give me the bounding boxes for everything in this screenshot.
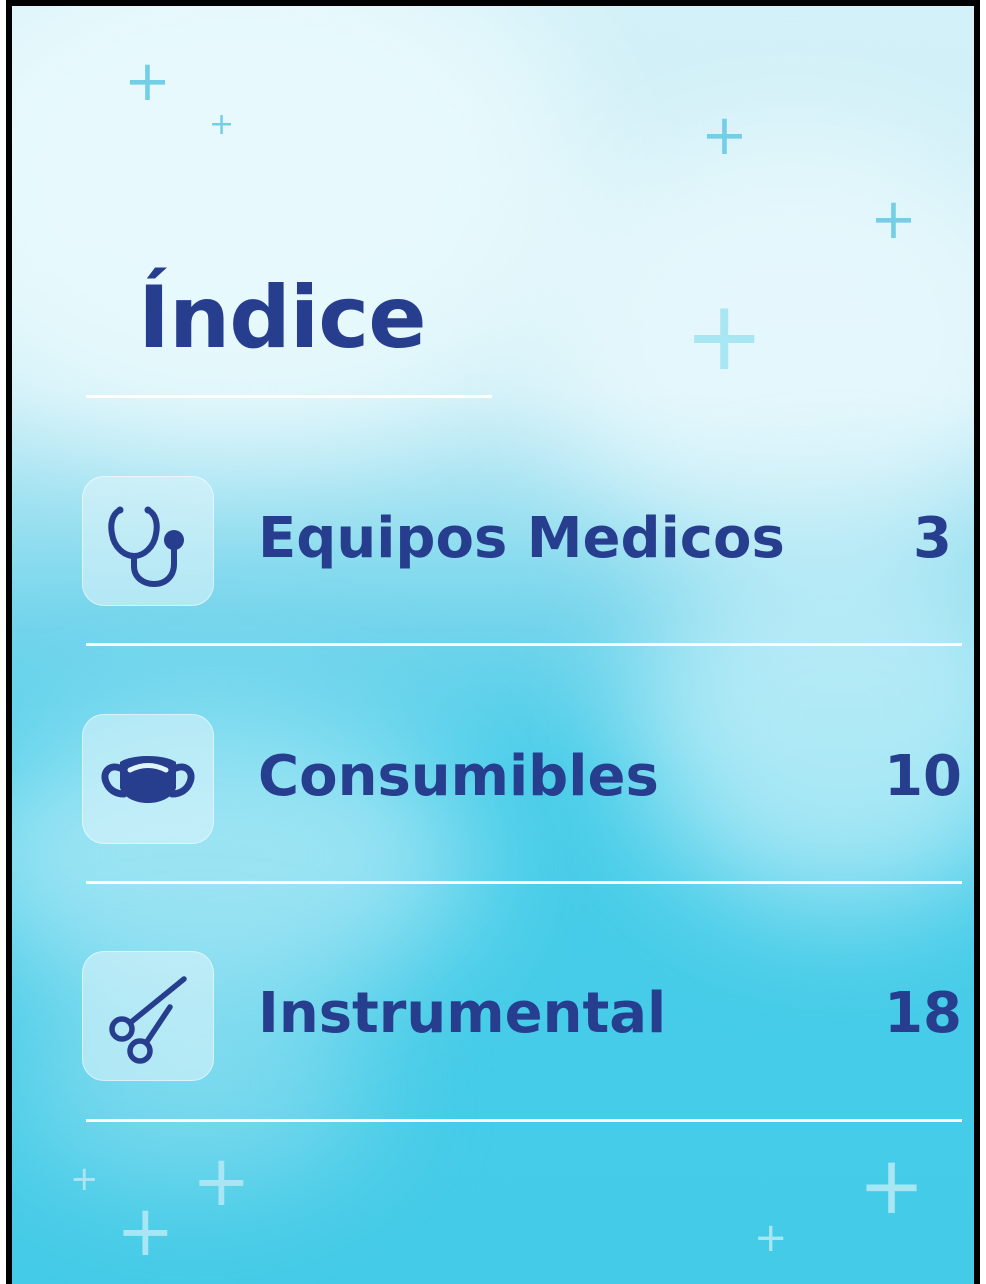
face-mask-icon bbox=[101, 756, 195, 803]
plus-icon: + bbox=[192, 1140, 251, 1222]
index-page: + + + + + + + + + + Índice Equipos Medic… bbox=[6, 0, 980, 1284]
icon-tile bbox=[82, 476, 214, 606]
entry-page-number: 3 bbox=[913, 506, 952, 571]
plus-icon: + bbox=[116, 1190, 175, 1272]
entry-divider bbox=[86, 881, 962, 884]
entry-divider bbox=[86, 1119, 962, 1122]
entry-divider bbox=[86, 643, 962, 646]
icon-tile bbox=[82, 714, 214, 844]
entry-page-number: 18 bbox=[884, 981, 962, 1046]
plus-icon: + bbox=[124, 49, 171, 114]
entry-label: Consumibles bbox=[258, 744, 659, 809]
background-blob bbox=[12, 6, 592, 446]
entry-page-number: 10 bbox=[884, 744, 962, 809]
plus-icon: + bbox=[754, 1215, 788, 1261]
entry-label: Equipos Medicos bbox=[258, 506, 785, 571]
index-entry-consumibles[interactable]: Consumibles 10 bbox=[82, 714, 968, 844]
page-title: Índice bbox=[138, 268, 427, 368]
plus-icon: + bbox=[858, 1139, 926, 1232]
icon-tile bbox=[82, 951, 214, 1081]
scissors-icon bbox=[109, 976, 187, 1064]
plus-icon: + bbox=[701, 103, 748, 168]
entry-label: Instrumental bbox=[258, 981, 667, 1046]
plus-icon: + bbox=[870, 187, 917, 252]
stethoscope-icon bbox=[108, 506, 184, 587]
plus-icon: + bbox=[684, 280, 765, 392]
title-divider bbox=[86, 395, 492, 398]
index-entry-instrumental[interactable]: Instrumental 18 bbox=[82, 951, 968, 1081]
plus-icon: + bbox=[70, 1159, 99, 1199]
index-entry-equipos-medicos[interactable]: Equipos Medicos 3 bbox=[82, 476, 968, 606]
plus-icon: + bbox=[209, 107, 235, 142]
